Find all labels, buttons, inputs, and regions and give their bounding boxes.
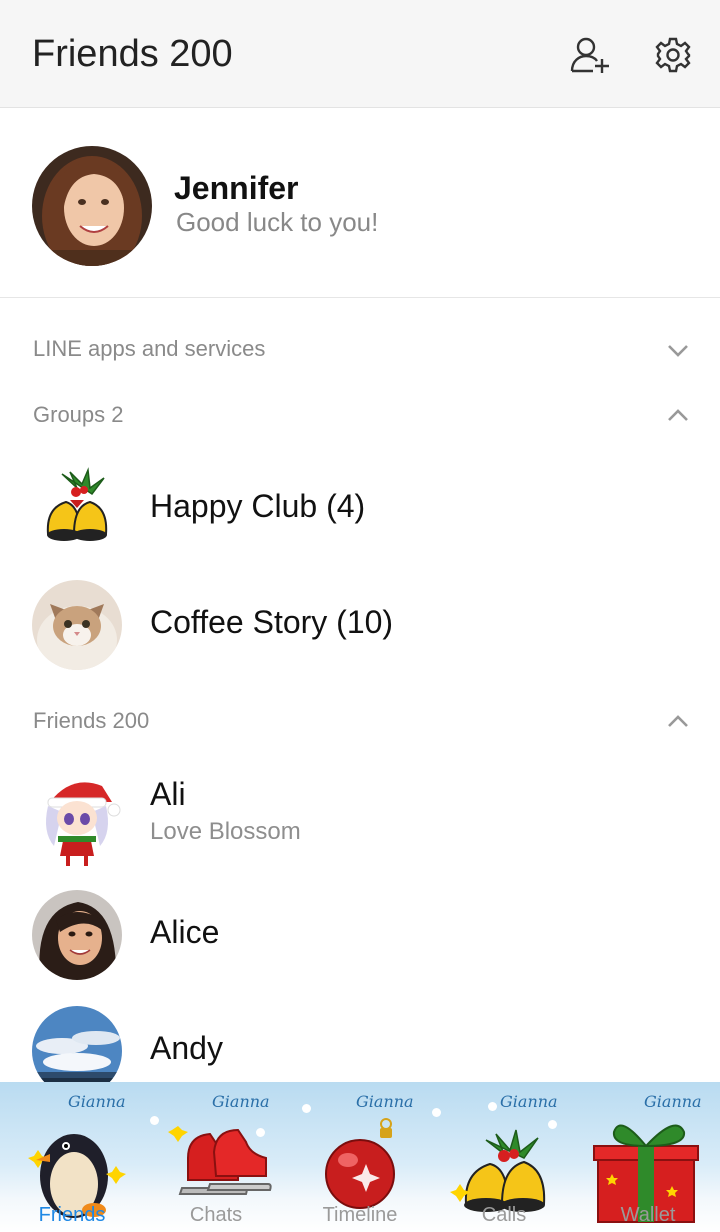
chevron-up-icon	[668, 715, 688, 727]
tab-label: Wallet	[620, 1204, 676, 1226]
section-groups[interactable]: Groups 2	[0, 388, 720, 444]
friend-name: Alice	[150, 914, 220, 950]
settings-button[interactable]	[652, 34, 694, 76]
tab-timeline[interactable]: Gianna Timeline	[288, 1082, 432, 1232]
profile-avatar[interactable]	[32, 146, 152, 266]
friend-name: Ali	[150, 776, 186, 812]
tab-label: Friends	[38, 1204, 106, 1226]
top-header: Friends 200	[0, 0, 720, 108]
chevron-down-icon	[668, 345, 688, 357]
section-label: LINE apps and services	[33, 336, 266, 361]
tab-label: Calls	[481, 1204, 527, 1226]
section-label: Friends 200	[33, 708, 150, 733]
group-row[interactable]: Happy Club (4)	[0, 454, 720, 564]
friend-status-message: Love Blossom	[150, 818, 301, 845]
bottom-tab-bar: Gianna Friends Gianna Chats Gianna Timel…	[0, 1082, 720, 1232]
group-name: Coffee Story (10)	[150, 604, 394, 640]
tab-wallet[interactable]: Gianna Wallet	[576, 1082, 720, 1232]
tab-chats[interactable]: Gianna Chats	[144, 1082, 288, 1232]
tab-calls[interactable]: Gianna Calls	[432, 1082, 576, 1232]
section-friends[interactable]: Friends 200	[0, 694, 720, 750]
group-name: Happy Club (4)	[150, 488, 366, 524]
profile-name: Jennifer	[174, 170, 299, 206]
friend-name: Andy	[150, 1030, 223, 1066]
chevron-up-icon	[668, 409, 688, 421]
group-row[interactable]: Coffee Story (10)	[0, 570, 720, 680]
section-label: Groups 2	[33, 402, 124, 427]
woman-photo-avatar	[32, 890, 122, 980]
my-profile[interactable]: Jennifer Good luck to you!	[0, 108, 720, 298]
section-line-apps[interactable]: LINE apps and services	[0, 322, 720, 378]
tab-label: Timeline	[322, 1204, 398, 1226]
profile-status-message: Good luck to you!	[176, 207, 379, 237]
page-title: Friends 200	[32, 33, 233, 75]
gear-icon	[655, 37, 691, 73]
tab-friends[interactable]: Gianna Friends	[0, 1082, 144, 1232]
tab-label: Chats	[189, 1204, 243, 1226]
add-friend-icon	[570, 37, 609, 73]
santa-girl-sticker	[32, 772, 122, 866]
friend-row[interactable]: Alice	[0, 880, 720, 990]
christmas-bells-icon	[32, 464, 122, 554]
cat-photo-avatar	[32, 580, 122, 670]
friend-row[interactable]: Ali Love Blossom	[0, 762, 720, 872]
add-friend-button[interactable]	[569, 34, 611, 76]
